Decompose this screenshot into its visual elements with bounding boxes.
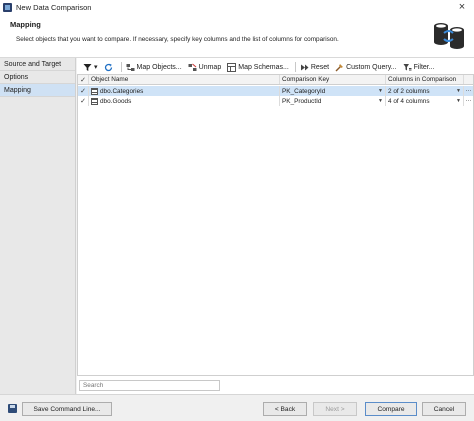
map-schemas-label: Map Schemas... xyxy=(238,63,289,71)
comparison-key-dropdown[interactable]: PK_ProductId ▼ xyxy=(279,96,385,106)
funnel-icon xyxy=(83,63,92,71)
custom-query-label: Custom Query... xyxy=(346,63,397,71)
toolbar-separator xyxy=(120,62,122,72)
sidebar-item-options[interactable]: Options xyxy=(0,71,75,84)
custom-query-button[interactable]: Custom Query... xyxy=(333,61,398,73)
compare-button[interactable]: Compare xyxy=(365,402,417,416)
object-name: dbo.Goods xyxy=(100,97,132,105)
map-schemas-button[interactable]: Map Schemas... xyxy=(225,61,291,73)
unmap-icon xyxy=(188,63,197,71)
row-more-button[interactable]: ··· xyxy=(463,96,473,106)
save-command-line-button[interactable]: Save Command Line... xyxy=(22,402,112,416)
chevron-down-icon: ▼ xyxy=(378,98,383,104)
next-button[interactable]: Next > xyxy=(313,402,357,416)
unmap-button[interactable]: Unmap xyxy=(186,61,224,73)
mapping-grid: ✓ Object Name Comparison Key Columns in … xyxy=(77,74,474,376)
reset-label: Reset xyxy=(310,63,330,71)
refresh-button[interactable] xyxy=(102,61,117,73)
columns-in-comparison-dropdown[interactable]: 4 of 4 columns ▼ xyxy=(385,96,463,106)
column-header-object-name[interactable]: Object Name xyxy=(88,75,279,84)
object-name: dbo.Categories xyxy=(100,87,144,95)
sidebar-item-mapping[interactable]: Mapping xyxy=(0,84,75,97)
comparison-key-dropdown[interactable]: PK_CategoryId ▼ xyxy=(279,86,385,96)
columns-in-comparison-value: 2 of 2 columns xyxy=(388,87,430,95)
wizard-footer: Save Command Line... < Back Next > Compa… xyxy=(0,394,474,421)
table-row[interactable]: ✓ dbo.Categories PK_CategoryId ▼ 2 of 2 … xyxy=(78,86,473,96)
comparison-key-value: PK_ProductId xyxy=(282,97,322,105)
database-compare-icon xyxy=(434,23,464,49)
grid-header: ✓ Object Name Comparison Key Columns in … xyxy=(78,75,473,85)
column-header-columns-in-comparison[interactable]: Columns in Comparison xyxy=(385,75,463,84)
chevron-down-icon: ▼ xyxy=(456,88,461,94)
map-schemas-icon xyxy=(227,62,237,72)
comparison-key-value: PK_CategoryId xyxy=(282,87,326,95)
back-button[interactable]: < Back xyxy=(263,402,307,416)
custom-query-icon xyxy=(335,63,344,71)
table-icon xyxy=(91,87,98,95)
table-icon xyxy=(91,97,98,105)
search-input[interactable] xyxy=(79,380,220,391)
save-icon xyxy=(8,404,17,413)
column-header-comparison-key[interactable]: Comparison Key xyxy=(279,75,385,84)
page-description: Select objects that you want to compare.… xyxy=(16,36,339,43)
title-bar: New Data Comparison × xyxy=(0,0,474,14)
select-all-checkbox[interactable]: ✓ xyxy=(78,76,88,84)
wizard-header: Mapping Select objects that you want to … xyxy=(0,14,474,58)
mapping-toolbar: ▾ Map Objects... Unmap Map Schemas... Re… xyxy=(77,60,474,74)
chevron-down-icon: ▼ xyxy=(456,98,461,104)
window-title: New Data Comparison xyxy=(16,2,92,12)
filter-label: Filter... xyxy=(413,63,435,71)
mapping-panel: ▾ Map Objects... Unmap Map Schemas... Re… xyxy=(77,58,474,394)
filter-toggle-button[interactable]: ▾ xyxy=(81,61,100,73)
row-checkbox[interactable]: ✓ xyxy=(78,87,88,95)
filter-button[interactable]: Filter... xyxy=(401,61,437,73)
cancel-button[interactable]: Cancel xyxy=(422,402,466,416)
row-more-button[interactable]: ··· xyxy=(463,86,473,96)
app-icon xyxy=(3,2,12,12)
close-icon[interactable]: × xyxy=(456,1,468,13)
columns-in-comparison-value: 4 of 4 columns xyxy=(388,97,430,105)
chevron-down-icon: ▼ xyxy=(378,88,383,94)
map-objects-icon xyxy=(126,63,135,71)
unmap-label: Unmap xyxy=(198,63,222,71)
row-checkbox[interactable]: ✓ xyxy=(78,97,88,105)
toolbar-separator xyxy=(294,62,296,72)
filter-icon xyxy=(403,63,412,70)
columns-in-comparison-dropdown[interactable]: 2 of 2 columns ▼ xyxy=(385,86,463,96)
map-objects-label: Map Objects... xyxy=(136,63,182,71)
sidebar-item-source-and-target[interactable]: Source and Target xyxy=(0,58,75,71)
map-objects-button[interactable]: Map Objects... xyxy=(124,61,184,73)
object-name-cell: dbo.Goods xyxy=(88,96,279,106)
filter-dropdown-arrow: ▾ xyxy=(94,64,98,71)
refresh-icon xyxy=(104,63,112,71)
reset-icon xyxy=(300,64,309,70)
wizard-sidebar: Source and Target Options Mapping xyxy=(0,58,76,394)
object-name-cell: dbo.Categories xyxy=(88,86,279,96)
table-row[interactable]: ✓ dbo.Goods PK_ProductId ▼ 4 of 4 column… xyxy=(78,96,473,106)
page-title: Mapping xyxy=(10,20,41,29)
column-header-spacer xyxy=(463,75,473,84)
reset-button[interactable]: Reset xyxy=(298,61,331,73)
